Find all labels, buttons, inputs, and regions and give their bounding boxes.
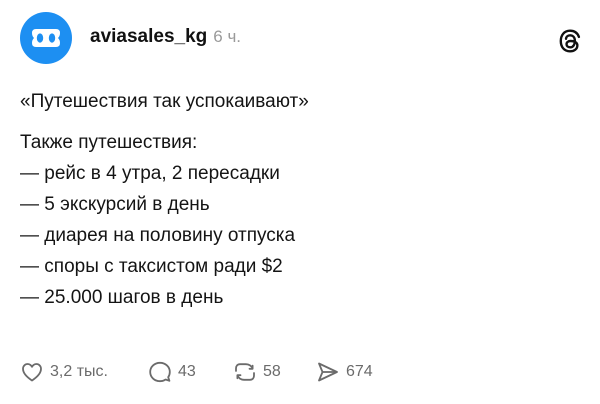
post-body-line: — рейс в 4 утра, 2 пересадки xyxy=(20,163,280,184)
heart-icon xyxy=(22,363,42,382)
threads-post: aviasales_kg 6 ч. «Путешествия так успок… xyxy=(0,0,600,404)
like-count: 3,2 тыс. xyxy=(50,363,108,380)
post-quote: «Путешествия так успокаивают» xyxy=(20,91,309,112)
post-body-line: — 25.000 шагов в день xyxy=(20,287,224,308)
post-body-line: — диарея на половину отпуска xyxy=(20,225,296,246)
share-count: 674 xyxy=(346,363,373,380)
send-icon xyxy=(318,362,338,382)
post-body-line: Также путешествия: xyxy=(20,132,198,153)
username[interactable]: aviasales_kg xyxy=(90,26,207,48)
repost-button[interactable]: 58 xyxy=(233,360,316,384)
post-body: Также путешествия: — рейс в 4 утра, 2 пе… xyxy=(20,127,295,313)
avatar[interactable] xyxy=(20,12,72,64)
aviasales-logo-icon xyxy=(32,29,60,47)
repost-icon xyxy=(235,363,255,381)
repost-count: 58 xyxy=(263,363,281,380)
threads-icon[interactable] xyxy=(557,28,583,54)
post-body-line: — 5 экскурсий в день xyxy=(20,194,210,215)
like-button[interactable]: 3,2 тыс. xyxy=(20,360,148,384)
comment-icon xyxy=(149,361,171,383)
comment-count: 43 xyxy=(178,363,196,380)
post-timestamp: 6 ч. xyxy=(213,27,242,46)
post-actions: 3,2 тыс. 43 58 674 xyxy=(20,358,406,386)
share-button[interactable]: 674 xyxy=(316,360,406,384)
post-body-line: — споры с таксистом ради $2 xyxy=(20,256,283,277)
post-header: aviasales_kg 6 ч. xyxy=(90,26,241,50)
comment-button[interactable]: 43 xyxy=(148,360,233,384)
